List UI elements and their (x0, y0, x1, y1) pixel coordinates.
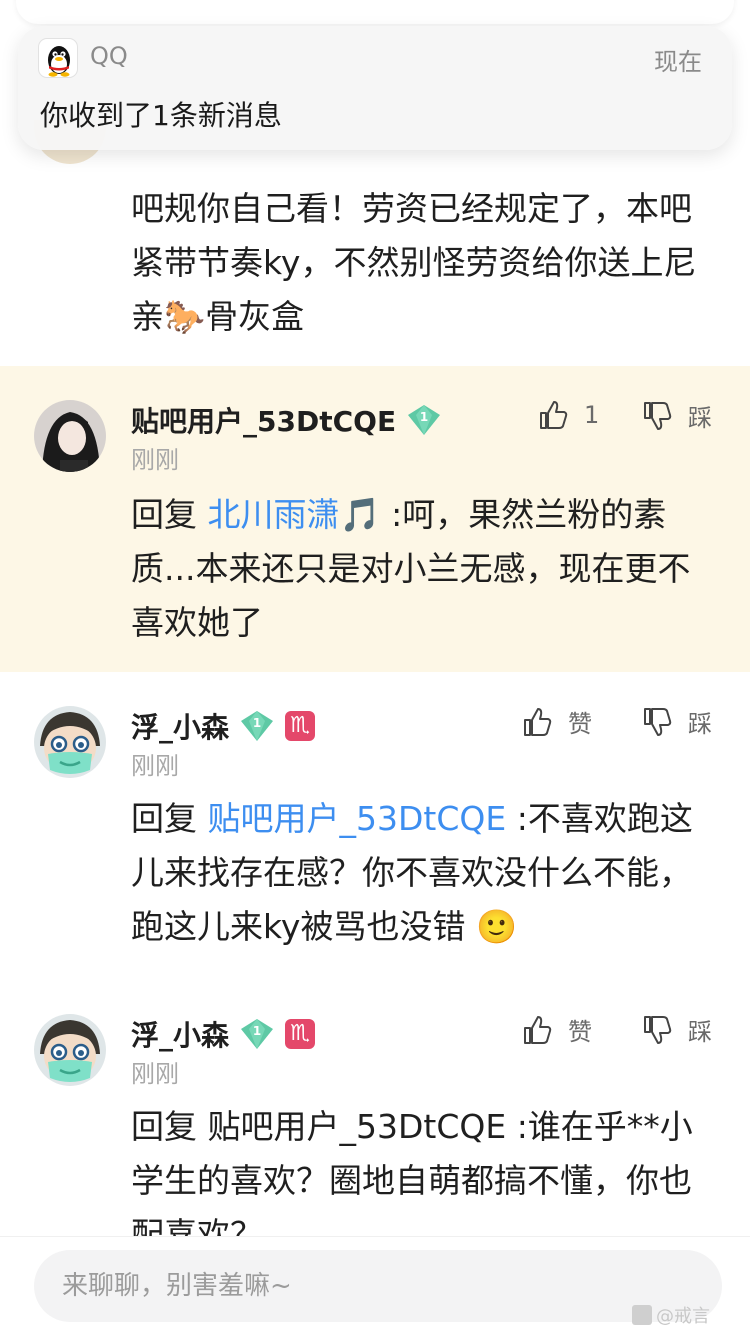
tieba-logo-icon (632, 1305, 652, 1325)
screen: QQ 现在 你收到了1条新消息 吧规你自己看！劳资已经规定了，本吧紧带节奏ky，… (0, 0, 750, 1334)
level-badge-icon: 1 (406, 404, 442, 436)
level-badge-icon: 1 (239, 1018, 275, 1050)
dislike-label: 踩 (688, 404, 712, 432)
comment-item: 贴吧用户_53DtCQE 1 刚刚 1 踩 回复 北川雨潇🎵:呵，果然兰粉的素… (0, 366, 750, 672)
svg-text:1: 1 (253, 1024, 261, 1038)
dislike-label: 踩 (688, 710, 712, 738)
like-label: 赞 (568, 710, 592, 738)
username[interactable]: 浮_小森 1 ♏ (131, 706, 316, 746)
mention-link[interactable]: 北川雨潇🎵 (208, 495, 381, 534)
comment-time: 刚刚 (131, 752, 179, 780)
dislike-button[interactable]: 踩 (640, 1012, 712, 1047)
dislike-label: 踩 (688, 1018, 712, 1046)
zodiac-badge-icon: ♏ (285, 711, 316, 741)
qq-penguin-icon (38, 38, 78, 78)
comment-text: 回复 贴吧用户_53DtCQE :谁在乎**小学生的喜欢？圈地自萌都搞不懂，你也… (131, 1107, 693, 1236)
thumb-down-icon (644, 707, 672, 736)
comment-text: 回复 贴吧用户_53DtCQE :不喜欢跑这儿来找存在感？你不喜欢没什么不能，跑… (131, 792, 711, 954)
dislike-button[interactable]: 踩 (640, 398, 712, 433)
comment-item: 浮_小森 1 ♏ 刚刚 赞 踩 回复 贴吧用户_53DtCQE:不喜欢跑这儿来… (0, 672, 750, 982)
dislike-button[interactable]: 踩 (640, 704, 712, 739)
reply-prefix: 回复 (131, 495, 197, 534)
like-label: 赞 (568, 1018, 592, 1046)
notification-banner[interactable]: QQ 现在 你收到了1条新消息 (0, 0, 750, 160)
watermark: @戒言 (632, 1302, 710, 1328)
like-button[interactable]: 赞 (520, 704, 592, 739)
mention-link[interactable]: 贴吧用户_53DtCQE (208, 799, 507, 838)
thumb-up-icon (524, 1015, 552, 1044)
thumb-up-icon (540, 401, 568, 429)
notification-time: 现在 (654, 48, 702, 76)
svg-text:1: 1 (253, 716, 261, 730)
like-button[interactable]: 1 (536, 398, 599, 432)
username[interactable]: 浮_小森 1 ♏ (131, 1014, 316, 1054)
notification-message: 你收到了1条新消息 (40, 99, 282, 132)
comment-time: 刚刚 (131, 446, 179, 474)
level-badge-icon: 1 (239, 710, 275, 742)
like-button[interactable]: 赞 (520, 1012, 592, 1047)
comment-input[interactable]: 来聊聊，别害羞嘛~ (34, 1250, 722, 1322)
username[interactable]: 贴吧用户_53DtCQE 1 (131, 400, 442, 440)
previous-notification-edge (16, 0, 734, 24)
avatar[interactable] (34, 400, 106, 472)
like-count: 1 (584, 401, 600, 429)
comment-time: 刚刚 (131, 1060, 179, 1088)
thumb-up-icon (524, 707, 552, 736)
thumb-down-icon (644, 1015, 672, 1044)
comment-text: 吧规你自己看！劳资已经规定了，本吧紧带节奏ky，不然别怪劳资给你送上尼亲🐎骨灰盒 (131, 189, 697, 336)
notification-app-name: QQ (90, 42, 128, 70)
svg-text:1: 1 (420, 410, 428, 424)
thumb-down-icon (644, 401, 672, 430)
reply-prefix: 回复 (131, 799, 197, 838)
qq-notification[interactable]: QQ 现在 你收到了1条新消息 (18, 26, 732, 150)
comment-text: 回复 北川雨潇🎵 :呵，果然兰粉的素质...本来还只是对小兰无感，现在更不喜欢她… (131, 488, 711, 650)
avatar[interactable] (34, 1014, 106, 1086)
comment-item: 浮_小森 1 ♏ 刚刚 赞 踩 回复 贴吧用户_53DtCQE :谁在乎**小学… (0, 980, 750, 1236)
avatar[interactable] (34, 706, 106, 778)
zodiac-badge-icon: ♏ (285, 1019, 316, 1049)
